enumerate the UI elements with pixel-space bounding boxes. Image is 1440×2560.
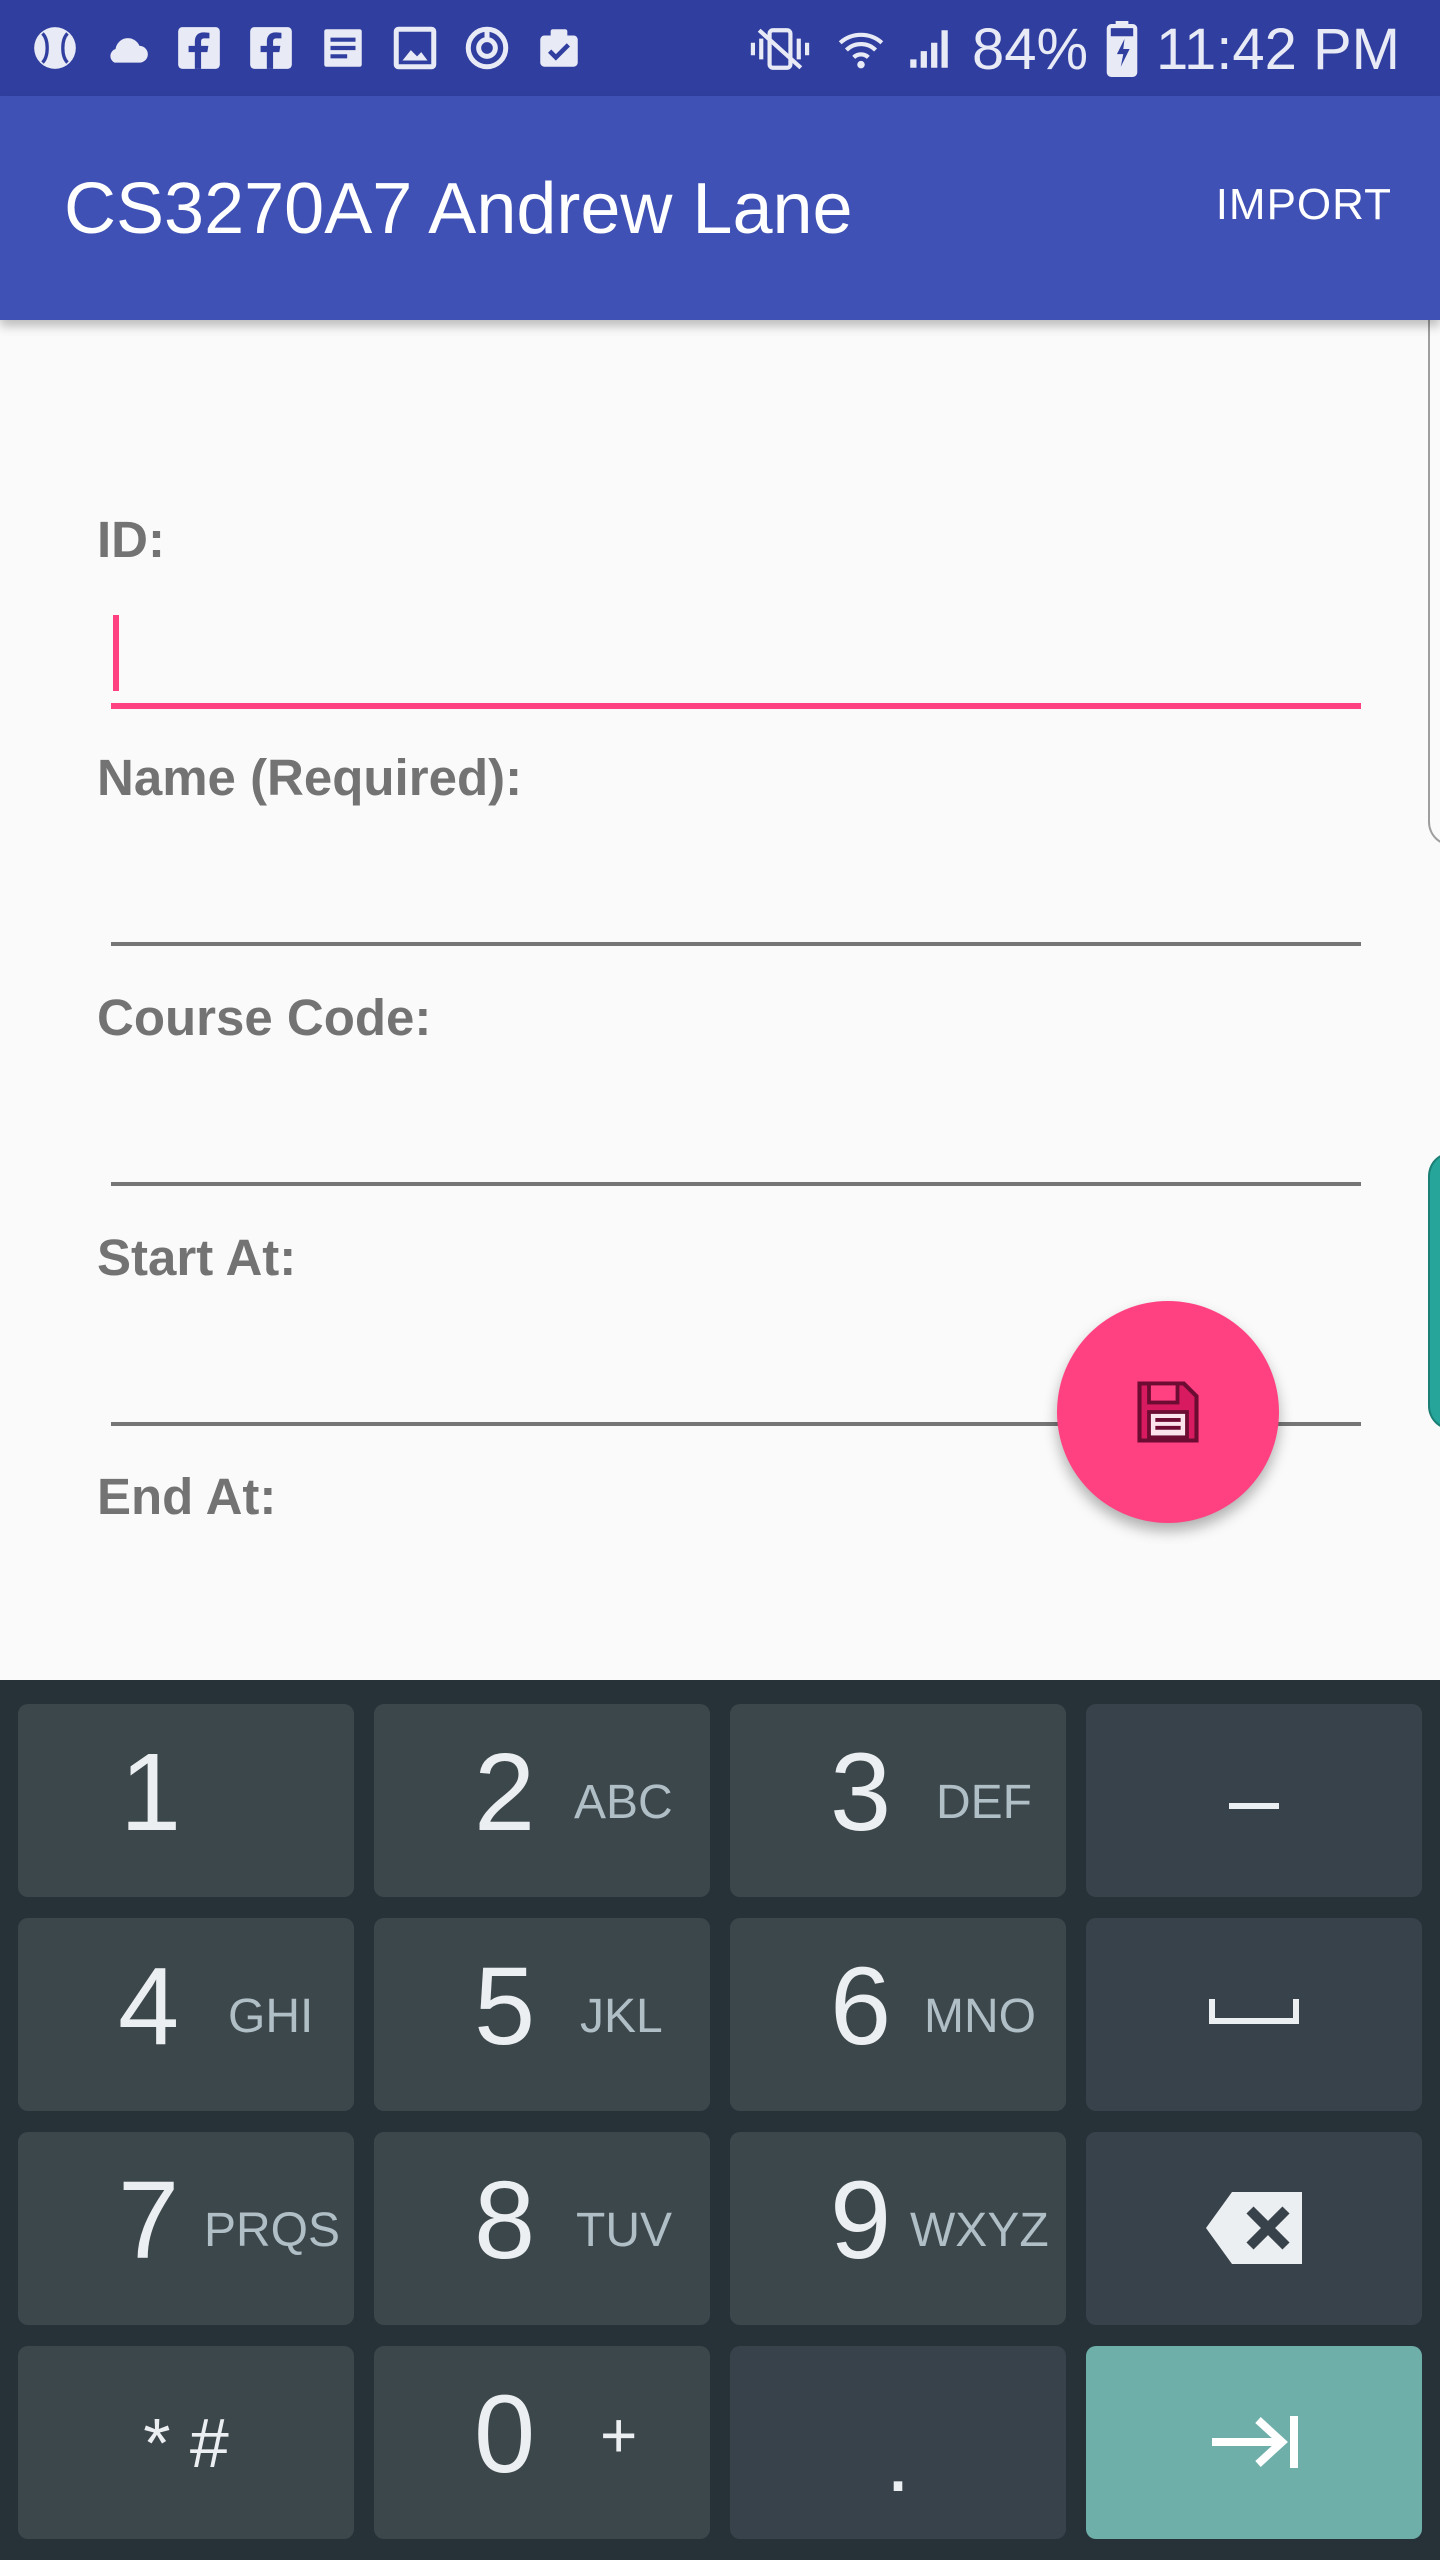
key-letters: PRQS xyxy=(204,2204,341,2257)
next-tab-icon xyxy=(1212,2416,1298,2468)
key-6[interactable]: 6 MNO xyxy=(730,1918,1066,2111)
facebook-icon xyxy=(250,27,292,69)
battery-charging-icon xyxy=(1106,21,1138,77)
id-field[interactable] xyxy=(111,625,1361,709)
key-letters: + xyxy=(600,2399,638,2471)
key-letters: GHI xyxy=(228,1990,314,2043)
space-icon xyxy=(1209,1999,1299,2024)
key-letters: ABC xyxy=(574,1776,673,1829)
key-1[interactable]: 1 xyxy=(18,1704,354,1897)
key-letters: MNO xyxy=(924,1990,1036,2043)
app-title: CS3270A7 Andrew Lane xyxy=(64,169,853,249)
clipboard-check-icon xyxy=(540,29,578,67)
start-at-label: Start At: xyxy=(97,1229,297,1286)
clock: 11:42 PM xyxy=(1156,16,1400,82)
import-button[interactable]: IMPORT xyxy=(1216,180,1392,230)
battery-percentage: 84% xyxy=(971,16,1089,82)
course-code-field[interactable] xyxy=(111,1104,1361,1186)
key-letters: DEF xyxy=(936,1776,1032,1829)
id-label: ID: xyxy=(97,511,165,568)
refresh-icon xyxy=(465,26,509,70)
key-4[interactable]: 4 GHI xyxy=(18,1918,354,2111)
app-bar: CS3270A7 Andrew Lane IMPORT xyxy=(0,96,1440,320)
key-digit: 7 xyxy=(118,2159,180,2282)
key-digit: 5 xyxy=(474,1945,536,2068)
wifi-icon xyxy=(838,32,884,69)
key-digit: 4 xyxy=(118,1945,180,2068)
key-symbol: – xyxy=(1228,1749,1280,1849)
baseball-icon xyxy=(34,27,76,69)
vibrate-icon xyxy=(750,28,810,70)
edge-panel-handle-teal[interactable] xyxy=(1428,1152,1440,1430)
name-field[interactable] xyxy=(111,864,1361,946)
end-at-label: End At: xyxy=(97,1468,277,1525)
edge-panel-handle[interactable] xyxy=(1428,262,1440,846)
key-3[interactable]: 3 DEF xyxy=(730,1704,1066,1897)
numeric-keyboard: 1 2 ABC 3 DEF – 4 GHI 5 JKL 6 MNO 7 PRQS… xyxy=(0,1680,1440,2560)
notification-icons xyxy=(30,22,584,74)
key-letters: TUV xyxy=(576,2204,672,2257)
system-status: 84% 11:42 PM xyxy=(742,14,1400,84)
key-symbol: * # xyxy=(143,2404,229,2482)
key-0[interactable]: 0 + xyxy=(374,2346,710,2539)
key-symbol: . xyxy=(885,2411,911,2511)
key-digit: 8 xyxy=(474,2159,536,2282)
key-digit: 9 xyxy=(830,2159,892,2282)
key-5[interactable]: 5 JKL xyxy=(374,1918,710,2111)
key-digit: 3 xyxy=(830,1731,892,1854)
key-backspace[interactable] xyxy=(1086,2132,1422,2325)
image-icon xyxy=(393,26,437,70)
document-icon xyxy=(324,29,362,67)
key-next[interactable] xyxy=(1086,2346,1422,2539)
facebook-icon xyxy=(178,27,220,69)
backspace-icon xyxy=(1206,2192,1302,2264)
key-space[interactable] xyxy=(1086,1918,1422,2111)
save-icon xyxy=(1137,1381,1199,1443)
key-period[interactable]: . xyxy=(730,2346,1066,2539)
save-button[interactable] xyxy=(1057,1301,1279,1523)
key-minus[interactable]: – xyxy=(1086,1704,1422,1897)
course-code-label: Course Code: xyxy=(97,989,432,1046)
key-7[interactable]: 7 PRQS xyxy=(18,2132,354,2325)
text-cursor xyxy=(113,615,119,691)
key-digit: 6 xyxy=(830,1945,892,2068)
key-digit: 0 xyxy=(474,2373,536,2496)
cloud-icon xyxy=(110,38,148,63)
key-2[interactable]: 2 ABC xyxy=(374,1704,710,1897)
name-label: Name (Required): xyxy=(97,749,523,806)
key-8[interactable]: 8 TUV xyxy=(374,2132,710,2325)
key-letters: JKL xyxy=(580,1990,663,2043)
signal-icon xyxy=(910,30,948,68)
key-9[interactable]: 9 WXYZ xyxy=(730,2132,1066,2325)
status-bar: 84% 11:42 PM xyxy=(0,0,1440,96)
key-digit: 1 xyxy=(120,1731,182,1854)
key-letters: WXYZ xyxy=(910,2204,1049,2257)
key-digit: 2 xyxy=(474,1731,536,1854)
key-star-hash[interactable]: * # xyxy=(18,2346,354,2539)
